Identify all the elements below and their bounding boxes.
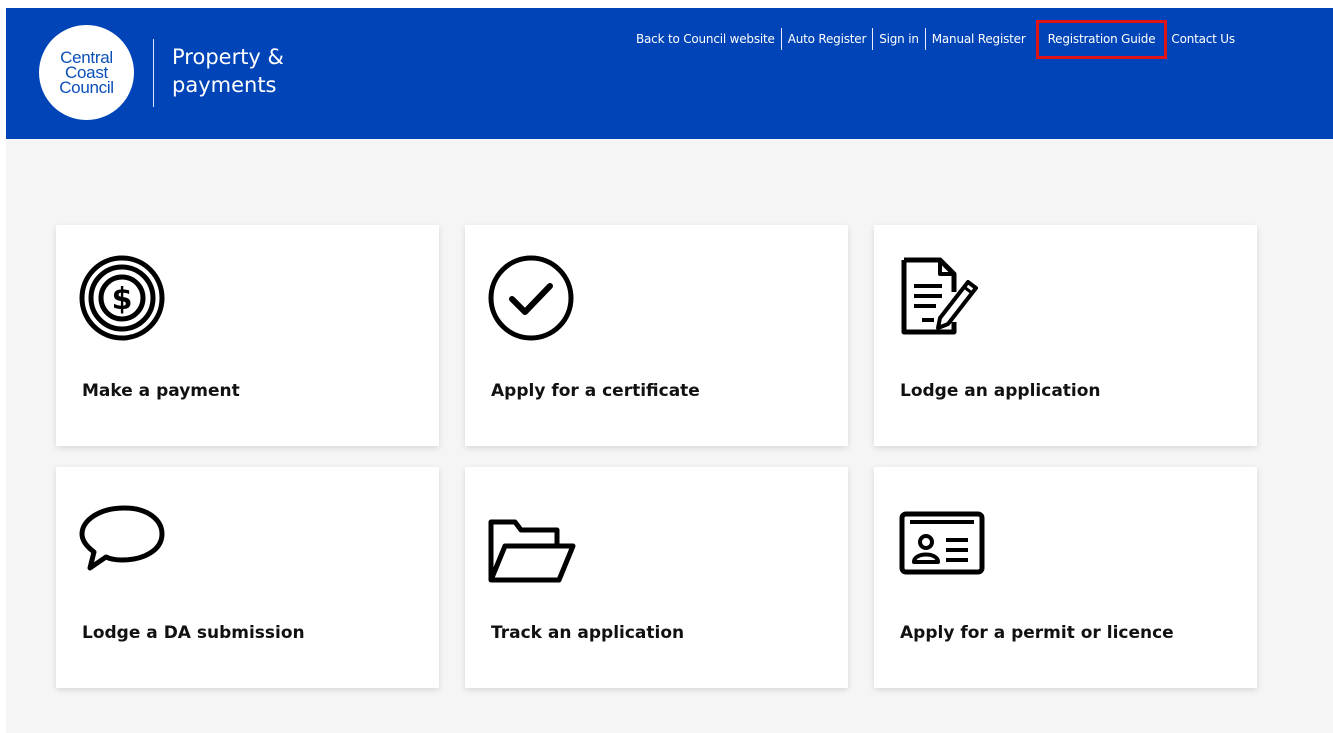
check-circle-icon <box>488 255 574 341</box>
card-label: Lodge a DA submission <box>82 623 305 643</box>
card-label: Apply for a certificate <box>491 381 700 401</box>
nav-manual-register[interactable]: Manual Register <box>926 32 1032 46</box>
card-lodge-an-application[interactable]: Lodge an application <box>874 225 1257 446</box>
card-label: Make a payment <box>82 381 240 401</box>
dollar-coin-icon: $ <box>79 255 165 341</box>
card-label: Lodge an application <box>900 381 1101 401</box>
speech-bubble-icon <box>79 505 165 571</box>
card-apply-for-a-certificate[interactable]: Apply for a certificate <box>465 225 848 446</box>
nav-contact-us[interactable]: Contact Us <box>1165 32 1241 46</box>
logo-text-line-3: Council <box>59 78 114 97</box>
id-card-icon <box>899 511 985 575</box>
document-pen-icon <box>901 257 978 335</box>
page: Central Coast Council Property & payment… <box>0 0 1333 733</box>
nav-auto-register[interactable]: Auto Register <box>782 32 872 46</box>
folder-open-icon <box>488 519 576 583</box>
site-header: Central Coast Council Property & payment… <box>6 8 1333 139</box>
council-logo[interactable]: Central Coast Council <box>39 25 134 120</box>
card-track-an-application[interactable]: Track an application <box>465 467 848 688</box>
nav-back-to-council-website[interactable]: Back to Council website <box>630 32 781 46</box>
card-label: Track an application <box>491 623 685 643</box>
card-label: Apply for a permit or licence <box>900 623 1174 643</box>
card-apply-for-a-permit-or-licence[interactable]: Apply for a permit or licence <box>874 467 1257 688</box>
svg-text:$: $ <box>112 282 133 317</box>
main-content: $ Make a payment Apply for a certificate <box>6 139 1333 733</box>
site-title-line-1: Property & <box>172 45 284 69</box>
nav-sign-in[interactable]: Sign in <box>873 32 925 46</box>
card-make-a-payment[interactable]: $ Make a payment <box>56 225 439 446</box>
top-nav: Back to Council website Auto Register Si… <box>630 20 1241 59</box>
site-title: Property & payments <box>172 43 284 99</box>
logo-divider <box>153 39 154 107</box>
card-lodge-a-da-submission[interactable]: Lodge a DA submission <box>56 467 439 688</box>
site-title-line-2: payments <box>172 73 277 97</box>
nav-registration-guide[interactable]: Registration Guide <box>1035 20 1168 59</box>
